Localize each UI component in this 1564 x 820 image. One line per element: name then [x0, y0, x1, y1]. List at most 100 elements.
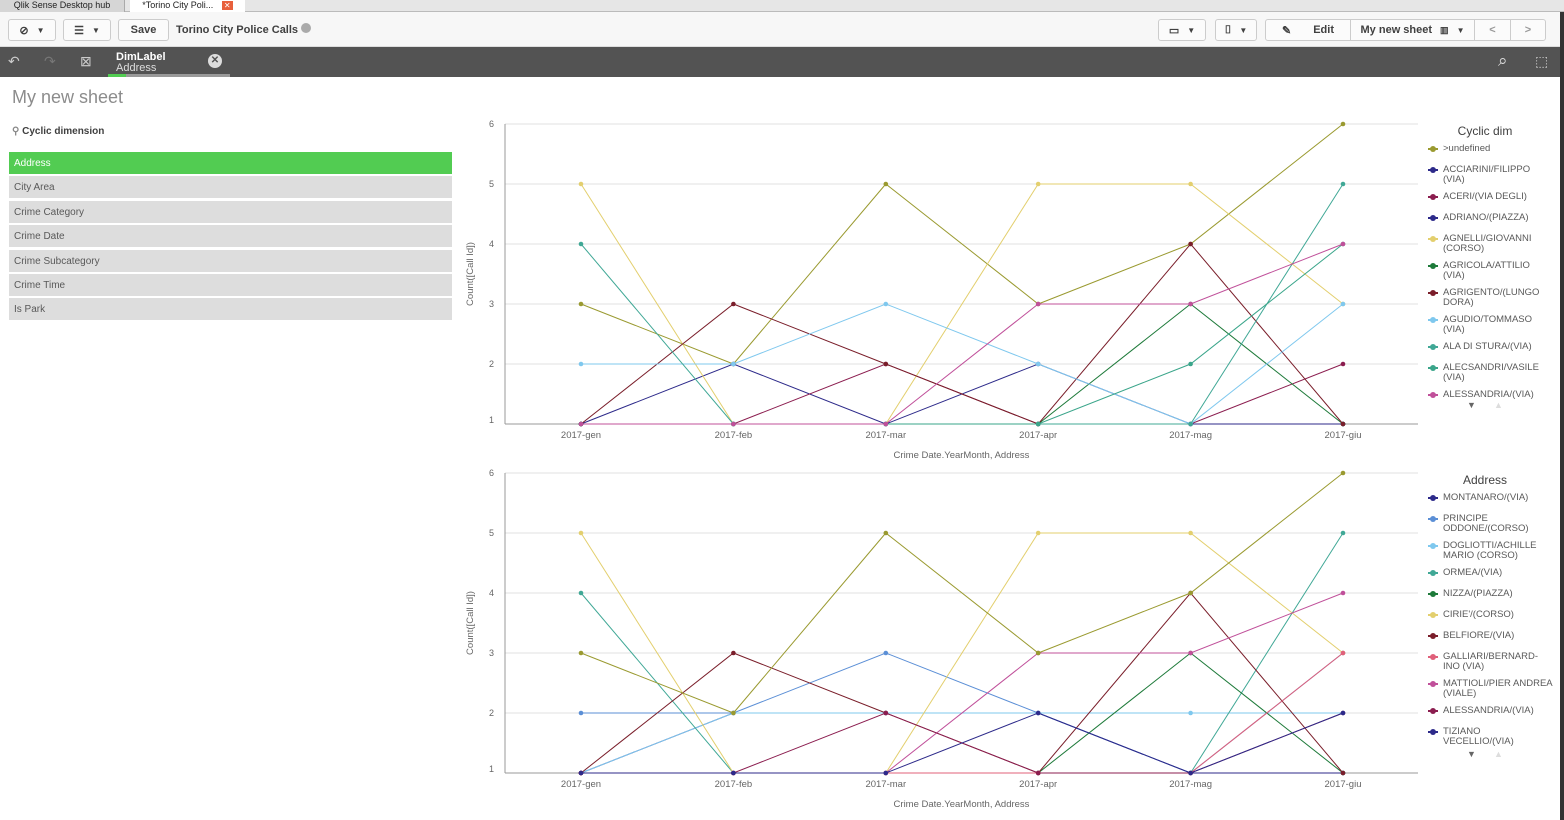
legend-item[interactable]: AGRIGENTO/(LUNGO DORA) — [1428, 288, 1553, 308]
data-point[interactable] — [731, 650, 736, 656]
legend-item[interactable]: >undefined — [1428, 144, 1553, 154]
legend-item[interactable]: ORMEA/(VIA) — [1428, 568, 1553, 578]
scrollbar[interactable] — [1560, 12, 1564, 820]
filter-item[interactable]: Crime Subcategory — [9, 249, 452, 273]
data-point[interactable] — [1035, 530, 1041, 536]
filter-item[interactable]: City Area — [9, 176, 452, 200]
search-icon[interactable]: ⌕ — [1498, 51, 1508, 71]
data-point[interactable] — [883, 530, 889, 536]
legend-item[interactable]: CIRIE'/(CORSO) — [1428, 610, 1553, 620]
bookmark-button[interactable]: ⌷ ▼ — [1215, 19, 1257, 41]
data-point[interactable] — [578, 181, 584, 187]
search-icon[interactable]: ⚲ — [12, 126, 19, 137]
data-point[interactable] — [883, 710, 889, 716]
data-point[interactable] — [1340, 421, 1346, 427]
legend-item[interactable]: TIZIANO VECELLIO/(VIA) — [1428, 727, 1553, 747]
filter-item[interactable]: Crime Date — [9, 225, 452, 249]
tab-hub[interactable]: Qlik Sense Desktop hub — [0, 0, 125, 12]
clear-selection-icon[interactable]: ✕ — [208, 54, 222, 68]
data-point[interactable] — [578, 650, 584, 656]
data-point[interactable] — [1188, 361, 1193, 367]
data-point[interactable] — [1188, 421, 1193, 427]
data-point[interactable] — [578, 770, 584, 776]
previous-sheet-button[interactable]: < — [1474, 19, 1511, 41]
data-point[interactable] — [1188, 301, 1193, 307]
data-point[interactable] — [1188, 181, 1193, 187]
data-point[interactable] — [578, 590, 584, 596]
legend-item[interactable]: NIZZA/(PIAZZA) — [1428, 589, 1553, 599]
data-point[interactable] — [1035, 301, 1041, 307]
step-forward-icon[interactable]: ↷ — [44, 53, 56, 70]
data-point[interactable] — [1035, 650, 1041, 656]
filter-item[interactable]: Crime Category — [9, 200, 452, 224]
data-point[interactable] — [578, 421, 584, 427]
legend-item[interactable]: ALESSANDRIA/(VIA) — [1428, 706, 1553, 716]
legend-item[interactable]: MONTANARO/(VIA) — [1428, 493, 1553, 503]
data-point[interactable] — [731, 301, 736, 307]
data-point[interactable] — [1340, 590, 1346, 596]
sheet-selector[interactable]: My new sheet ▥ ▼ — [1350, 19, 1475, 41]
legend-item[interactable]: ALA DI STURA/(VIA) — [1428, 342, 1553, 352]
data-point[interactable] — [1340, 361, 1346, 367]
data-point[interactable] — [1035, 421, 1041, 427]
data-point[interactable] — [1035, 181, 1041, 187]
legend-item[interactable]: AGRICOLA/ATTILIO (VIA) — [1428, 261, 1553, 281]
data-point[interactable] — [1188, 770, 1193, 776]
data-point[interactable] — [883, 301, 889, 307]
data-point[interactable] — [1035, 361, 1041, 367]
data-point[interactable] — [1340, 710, 1346, 716]
data-point[interactable] — [578, 710, 584, 716]
legend-item[interactable]: AGUDIO/TOMMASO (VIA) — [1428, 315, 1553, 335]
legend-item[interactable]: ACERI/(VIA DEGLI) — [1428, 192, 1553, 202]
filter-item[interactable]: Is Park — [9, 298, 452, 322]
data-point[interactable] — [883, 770, 889, 776]
filter-item[interactable]: Address — [9, 152, 452, 175]
data-point[interactable] — [883, 181, 889, 187]
data-point[interactable] — [883, 421, 889, 427]
tab-app[interactable]: *Torino City Poli... ✕ — [130, 0, 245, 12]
data-point[interactable] — [1340, 241, 1346, 247]
legend-item[interactable]: DOGLIOTTI/ACHILLE MARIO (CORSO) — [1428, 541, 1553, 561]
data-point[interactable] — [883, 361, 889, 367]
legend-scroll-up-icon[interactable]: ▲ — [1494, 749, 1503, 759]
next-sheet-button[interactable]: > — [1510, 19, 1546, 41]
data-point[interactable] — [731, 361, 736, 367]
data-point[interactable] — [578, 530, 584, 536]
legend-item[interactable]: ALESSANDRIA/(VIA) — [1428, 390, 1553, 400]
edit-button[interactable]: ✎ Edit — [1265, 19, 1351, 41]
data-point[interactable] — [1340, 530, 1346, 536]
navigation-button[interactable]: ⊘ ▼ — [8, 19, 56, 41]
data-point[interactable] — [1188, 590, 1193, 596]
data-point[interactable] — [578, 361, 584, 367]
legend-scroll-down-icon[interactable]: ▼ — [1467, 400, 1476, 410]
data-point[interactable] — [1188, 650, 1193, 656]
data-point[interactable] — [578, 301, 584, 307]
filter-item[interactable]: Crime Time — [9, 274, 452, 297]
info-icon[interactable] — [301, 23, 312, 33]
legend-item[interactable]: BELFIORE/(VIA) — [1428, 631, 1553, 641]
data-point[interactable] — [731, 421, 736, 427]
legend-scroll-down-icon[interactable]: ▼ — [1467, 749, 1476, 759]
legend-item[interactable]: MATTIOLI/PIER ANDREA (VIALE) — [1428, 679, 1553, 699]
data-point[interactable] — [578, 241, 584, 247]
selections-tool-icon[interactable]: ⬚ — [1535, 53, 1548, 70]
data-point[interactable] — [1188, 241, 1193, 247]
legend-item[interactable]: AGNELLI/GIOVANNI (CORSO) — [1428, 234, 1553, 254]
step-back-icon[interactable]: ↶ — [8, 53, 20, 70]
line-chart-cyclic[interactable]: 1 2 3 4 5 6 2017-gen 2017-feb 2017-mar 2017-apr 20… — [460, 115, 1420, 465]
selection-chip[interactable]: DimLabel Address ✕ — [108, 47, 230, 77]
data-point[interactable] — [1035, 710, 1041, 716]
data-point[interactable] — [1340, 301, 1346, 307]
data-point[interactable] — [1340, 770, 1346, 776]
data-point[interactable] — [883, 650, 889, 656]
legend-item[interactable]: ALECSANDRI/VASILE (VIA) — [1428, 363, 1553, 383]
series-line[interactable] — [578, 710, 1346, 776]
data-point[interactable] — [1340, 121, 1346, 127]
present-button[interactable]: ▭ ▼ — [1158, 19, 1206, 41]
legend-item[interactable]: GALLIARI/BERNARD-INO (VIA) — [1428, 652, 1553, 672]
legend-item[interactable]: ADRIANO/(PIAZZA) — [1428, 213, 1553, 223]
clear-selections-icon[interactable]: ⊠ — [80, 53, 92, 70]
close-tab-icon[interactable]: ✕ — [221, 1, 233, 10]
legend-item[interactable]: ACCIARINI/FILIPPO (VIA) — [1428, 165, 1553, 185]
line-chart-address[interactable]: 1 2 3 4 5 6 2017-gen 2017-feb 2017-mar 2017-apr 20… — [460, 464, 1420, 814]
